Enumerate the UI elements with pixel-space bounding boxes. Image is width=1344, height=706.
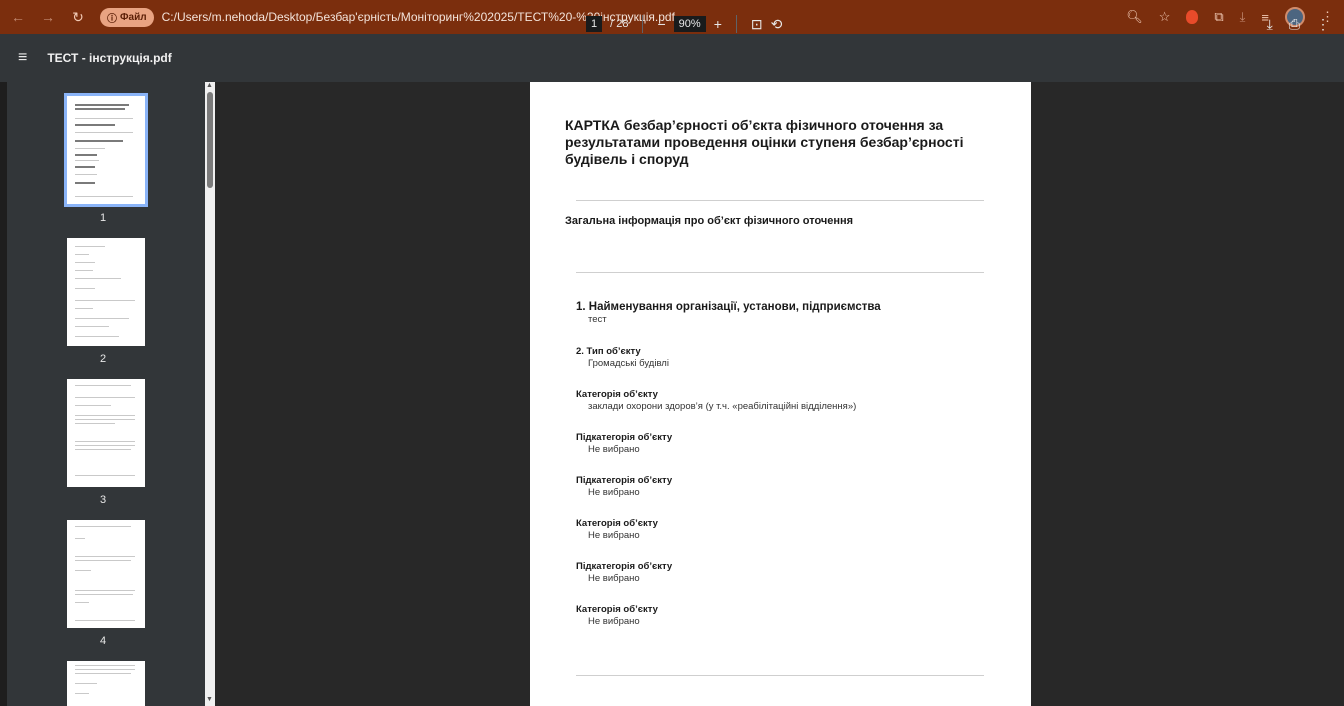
forward-icon[interactable]: →	[40, 9, 56, 25]
field-subcategory: Підкатегорія об’єкту Не вибрано	[576, 432, 673, 455]
field-object-type: 2. Тип об’єкту Громадські будівлі	[576, 346, 669, 369]
page-thumbnail-1[interactable]	[64, 93, 148, 207]
page-thumbnail-3[interactable]	[67, 379, 145, 487]
rotate-icon[interactable]: ⟲	[771, 16, 783, 33]
section-heading: Загальна інформація про об’єкт фізичного…	[565, 215, 854, 227]
page-number-input[interactable]: 1	[586, 16, 603, 32]
sidebar-scrollbar[interactable]: ▲ ▼	[205, 82, 215, 706]
download-pdf-icon[interactable]: ⤓	[1267, 16, 1273, 33]
extensions-puzzle-icon[interactable]: ⧉	[1214, 9, 1223, 25]
page-controls: 1 / 28 − 90% + ⊡ ⟲	[586, 0, 782, 48]
back-icon[interactable]: ←	[10, 9, 26, 25]
download-icon[interactable]: ⤓	[1240, 9, 1246, 25]
field-category: Категорія об’єкту Не вибрано	[576, 518, 658, 541]
toolbar-actions: ⤓ ⎙ ⋮	[1267, 0, 1330, 48]
pdf-page: КАРТКА безбар’єрності об’єкта фізичного …	[530, 82, 1031, 706]
field-category: Категорія об’єкту Не вибрано	[576, 604, 658, 627]
site-info-chip[interactable]: ⓘ Файл	[100, 7, 154, 27]
scroll-up-icon[interactable]: ▲	[206, 82, 213, 89]
field-organization: 1. Найменування організації, установи, п…	[576, 301, 881, 325]
page-total: / 28	[610, 18, 629, 30]
print-icon[interactable]: ⎙	[1289, 16, 1300, 33]
hamburger-menu-icon[interactable]: ≡	[18, 49, 27, 67]
page-thumbnail-4[interactable]	[67, 520, 145, 628]
document-heading: КАРТКА безбар’єрності об’єкта фізичного …	[565, 117, 964, 167]
zoom-in-icon[interactable]: +	[714, 16, 722, 32]
thumbnail-page-number: 2	[99, 353, 107, 365]
zoom-input[interactable]: 90%	[673, 16, 706, 32]
info-icon: ⓘ	[107, 13, 117, 25]
thumbnail-page-number: 1	[99, 212, 107, 224]
page-thumbnail-5[interactable]	[67, 661, 145, 706]
field-category: Категорія об’єкту заклади охорони здоров…	[576, 389, 857, 412]
scroll-down-icon[interactable]: ▼	[206, 696, 213, 703]
field-subcategory: Підкатегорія об’єкту Не вибрано	[576, 475, 673, 498]
fit-page-icon[interactable]: ⊡	[751, 16, 763, 33]
more-options-icon[interactable]: ⋮	[1316, 16, 1330, 33]
divider	[576, 675, 984, 676]
bookmark-star-icon[interactable]: ☆	[1159, 9, 1171, 25]
scrollbar-thumb[interactable]	[207, 92, 213, 188]
zoom-icon[interactable]: 🔍︎	[1126, 9, 1143, 25]
reload-icon[interactable]: ↻	[70, 9, 86, 26]
extension-icon[interactable]	[1186, 10, 1199, 24]
divider	[642, 15, 644, 33]
zoom-out-icon[interactable]: −	[657, 16, 665, 32]
thumbnail-page-number: 4	[99, 635, 107, 647]
page-thumbnail-2[interactable]	[67, 238, 145, 346]
divider	[735, 15, 737, 33]
divider	[576, 272, 984, 273]
field-subcategory: Підкатегорія об’єкту Не вибрано	[576, 561, 673, 584]
thumbnail-page-number: 3	[99, 494, 107, 506]
document-title: ТЕСТ - інструкція.pdf	[47, 51, 172, 65]
divider	[576, 200, 984, 201]
